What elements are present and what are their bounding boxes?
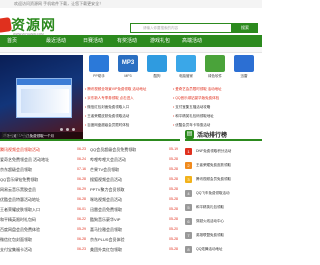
search-input[interactable]: 请输入你要搜索的内容 [130,23,232,33]
app-icon [176,55,196,72]
latest-title: 最新更新 [1,133,29,140]
ranking-text: 腾讯视频会员免费领取 [196,177,231,181]
app-item[interactable]: 酷狗 [143,55,171,83]
rank-number: 7 [185,232,192,239]
ranking-text: QQ飞车免费领取活动 [196,191,230,195]
ranking-text: QQ炫舞活动地址 [196,247,223,251]
rank-number: 2 [185,162,192,169]
hot-link[interactable]: • 爱奇艺会员限时领取 活动地址 [173,87,260,92]
app-icon [234,55,254,72]
list-item[interactable]: 喜马拉雅会员领取 05-20 [90,225,180,234]
list-item[interactable]: QQ音乐绿钻免费领取 06-28 [0,175,88,184]
ranking-text: 王者荣耀免费皮肤领取 [196,163,231,167]
list-item[interactable]: 京东PLUS会员体验 05-28 [90,235,180,244]
search-button[interactable]: 搜索 [232,23,258,33]
list-item[interactable]: 爱奇艺免费领会员 活动地址 06-24 [0,155,88,164]
app-name: 酷狗 [153,74,161,78]
list-item[interactable]: PPTV聚力会员领取 05-28 [90,185,180,194]
nav-prize[interactable]: 有奖活动 [117,35,137,47]
ranking-item[interactable]: 1 DNF免费领取积分活动 [185,145,262,159]
rank-number: 6 [185,218,192,225]
rank-number: 1 [185,148,192,155]
list-item[interactable]: 和平精英限时礼包码 06-22 [0,215,88,224]
hot-link[interactable]: • 支付宝集五福活动攻略 [173,105,260,110]
latest-header: 最新更新 [0,129,180,141]
mp3-icon: MP3 [118,55,138,72]
ranking-item[interactable]: 7 英雄联盟免费领取 [185,229,262,243]
list-item[interactable]: 优酷会员特惠活动地址 06-28 [0,195,88,204]
ranking-text: 英雄联盟免费领取 [196,233,224,237]
rank-number: 8 [185,246,192,253]
nav-daily[interactable]: 日赛活动 [83,35,103,47]
chart-icon: ▤ [185,130,194,139]
ranking-header: ▤ 活动排行榜 [185,129,262,141]
hot-link[interactable]: • 京东新人专享券领取 点击进入 [85,96,171,101]
list-item[interactable]: 腾讯视频会员领取活动 06-23 [0,145,88,154]
hot-link[interactable]: • 腾讯视频全场景VIP免费领取 活动地址 [85,87,171,92]
hot-link[interactable]: • 微信红包封面免费领取入口 [85,105,171,110]
app-name: MP3 [124,74,132,78]
list-item[interactable]: 美团外卖红包领取 05-28 [90,245,180,254]
nav-recent[interactable]: 最近活动 [46,35,66,47]
list-item[interactable]: 哔哩哔哩大会员活动 05-28 [90,155,180,164]
app-item[interactable]: 绿色软件 [201,55,229,83]
list-item[interactable]: 搜狐视频会员活动 05-28 [90,175,180,184]
hot-link[interactable]: • 和平精英礼包码领取地址 [173,114,260,119]
rank-number: 3 [185,176,192,183]
app-name: 迅雷 [240,74,248,78]
app-icon [205,55,225,72]
ranking-item[interactable]: 3 腾讯视频会员免费领取 [185,173,262,187]
list-item[interactable]: QQ会员超级会员免费领取 05-19 [90,145,180,154]
ranking-text: 穿越火线活动中心 [196,219,224,223]
list-item[interactable]: 迅雷会员免费领取 05-28 [90,205,180,214]
list-item[interactable]: 微信红包封面领取 06-28 [0,235,88,244]
nav-premium[interactable]: 高端活动 [182,35,202,47]
ranking-title: 活动排行榜 [197,133,228,139]
hot-link[interactable]: • 百度网盘超级会员限时体验 [85,123,171,128]
list-item[interactable]: 酷狗音乐豪华VIP 05-28 [90,215,180,224]
banner-slider[interactable]: 腾讯视频VIP会员免费领取一个月 [0,55,83,140]
app-item[interactable]: MP3 MP3 [114,55,142,83]
app-item[interactable]: PP助手 [85,55,113,83]
rank-number: 5 [185,204,192,211]
list-item[interactable]: 王者荣耀皮肤领取入口 06-01 [0,205,88,214]
ranking-item[interactable]: 5 和平精英礼包领取 [185,201,262,215]
list-item[interactable]: 百度网盘会员免费体验 05-29 [0,225,88,234]
header: 资源网 WWW.ZIYUANW.COM 请输入你要搜索的内容 搜索 [0,8,262,36]
top-bar: 欢迎访问资源网 手机软件下载，让您下载更安全！ [0,0,262,8]
list-item[interactable]: 芒果TV会员领取 05-28 [90,165,180,174]
welcome-text: 欢迎访问资源网 手机软件下载，让您下载更安全！ [14,1,104,6]
ranking-item[interactable]: 4 QQ飞车免费领取活动 [185,187,262,201]
hot-link[interactable]: • 王者荣耀皮肤免费领取活动 [85,114,171,119]
ranking-item[interactable]: 2 王者荣耀免费皮肤领取 [185,159,262,173]
app-item[interactable]: 电脑管家 [172,55,200,83]
nav-gift[interactable]: 游戏礼包 [150,35,170,47]
ranking-item[interactable]: 6 穿越火线活动中心 [185,215,262,229]
app-icon [89,55,109,72]
app-name: PP助手 [93,74,105,78]
app-name: 电脑管家 [179,74,193,78]
ranking-text: 和平精英礼包领取 [196,205,224,209]
sub-nav [0,47,262,53]
banner-image [16,78,72,118]
ranking-item[interactable]: 8 QQ炫舞活动地址 [185,243,262,257]
hot-link[interactable]: • QQ音乐绿钻豪华版免费体验 [173,96,260,101]
app-name: 绿色软件 [208,74,222,78]
nav-home[interactable]: 首页 [7,35,17,47]
list-item[interactable]: 网易云音乐黑胶会员 06-29 [0,185,88,194]
app-item[interactable]: 迅雷 [230,55,258,83]
app-icon [147,55,167,72]
list-item[interactable]: 京东超级会员领取 07-16 [0,165,88,174]
list-item[interactable]: 咪咕视频会员活动 05-28 [90,195,180,204]
ranking-text: DNF免费领取积分活动 [196,149,232,153]
rank-number: 4 [185,190,192,197]
main-nav: 首页 最近活动 日赛活动 有奖活动 游戏礼包 高端活动 [0,35,262,47]
app-icons: PP助手 MP3 MP3 酷狗 电脑管家 绿色软件 迅雷 [85,55,260,83]
list-item[interactable]: 支付宝集福卡活动 06-23 [0,245,88,254]
hot-link[interactable]: • 优酷会员年卡特惠活动 [173,123,260,128]
